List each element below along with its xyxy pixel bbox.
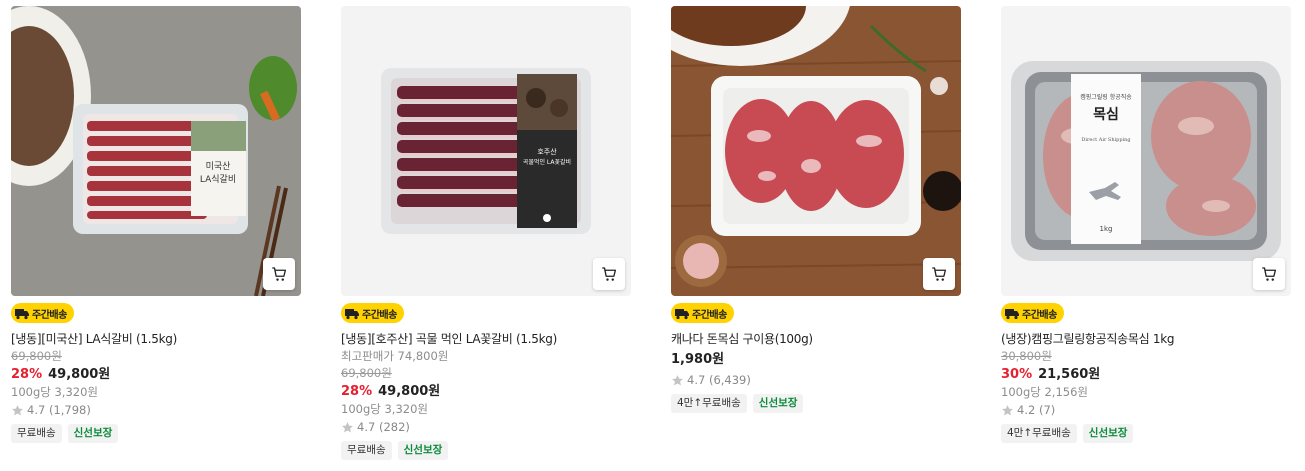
product-grid: 미국산 LA식갈비 주간배송 [냉동][미국산] LA식갈비 (1.5kg) 6…	[0, 0, 1305, 471]
review-count: (282)	[378, 420, 410, 434]
highest-price: 최고판매가 74,800원	[341, 349, 449, 363]
tag-list: 4만↑무료배송 신선보장	[1001, 424, 1291, 443]
la-kkotgalbi-photo: 호주산 곡물먹인 LA꽃갈비	[341, 6, 631, 296]
discount-rate: 30%	[1001, 367, 1033, 382]
product-title[interactable]: [냉동][호주산] 곡물 먹인 LA꽃갈비 (1.5kg)	[341, 330, 631, 348]
weekly-delivery-badge: 주간배송	[1001, 303, 1064, 323]
unit-price: 100g당 3,320원	[341, 402, 428, 416]
rating-score: 4.7	[27, 403, 46, 417]
price-row: 28% 49,800원	[11, 365, 301, 384]
svg-text:캠핑그릴링 항공직송: 캠핑그릴링 항공직송	[1080, 93, 1132, 101]
rating: 4.7 (1,798)	[11, 402, 301, 419]
product-card[interactable]: 호주산 곡물먹인 LA꽃갈비 주간배송 [냉동][호주산] 곡물 먹인 LA꽃갈…	[341, 6, 631, 460]
cart-icon	[932, 267, 947, 281]
add-to-cart-button[interactable]	[593, 258, 625, 290]
free-shipping-tag: 4만↑무료배송	[671, 394, 747, 413]
svg-text:Direct Air Shipping: Direct Air Shipping	[1081, 137, 1131, 143]
truck-icon	[1005, 309, 1019, 320]
product-image[interactable]: 캠핑그릴링 항공직송 목심 Direct Air Shipping 1kg	[1001, 6, 1291, 296]
price-row: 1,980원	[671, 350, 961, 369]
tag-list: 무료배송 신선보장	[341, 441, 631, 460]
add-to-cart-button[interactable]	[1253, 258, 1285, 290]
free-shipping-tag: 4만↑무료배송	[1001, 424, 1077, 443]
fresh-guarantee-tag: 신선보장	[67, 424, 119, 443]
fresh-guarantee-tag: 신선보장	[752, 394, 804, 413]
weekly-delivery-badge: 주간배송	[11, 303, 74, 323]
badge-label: 주간배송	[362, 309, 397, 321]
sale-price: 1,980원	[671, 352, 725, 367]
cart-icon	[1262, 267, 1277, 281]
pork-neck-photo	[671, 6, 961, 296]
review-count: (7)	[1038, 403, 1056, 417]
discount-rate: 28%	[11, 367, 43, 382]
fresh-guarantee-tag: 신선보장	[1082, 424, 1134, 443]
unit-price: 100g당 2,156원	[1001, 385, 1088, 399]
product-title[interactable]: [냉동][미국산] LA식갈비 (1.5kg)	[11, 330, 301, 348]
badge-label: 주간배송	[32, 309, 67, 321]
product-card[interactable]: 캠핑그릴링 항공직송 목심 Direct Air Shipping 1kg 주간…	[1001, 6, 1291, 443]
rating-score: 4.7	[687, 373, 706, 387]
sale-price: 21,560원	[1038, 367, 1101, 382]
weekly-delivery-badge: 주간배송	[671, 303, 734, 323]
review-count: (1,798)	[48, 403, 91, 417]
rating-score: 4.7	[357, 420, 376, 434]
tag-list: 무료배송 신선보장	[11, 424, 301, 443]
moksim-photo: 캠핑그릴링 항공직송 목심 Direct Air Shipping 1kg	[1001, 6, 1291, 296]
truck-icon	[345, 309, 359, 320]
svg-text:미국산: 미국산	[206, 161, 231, 172]
svg-text:1kg: 1kg	[1100, 225, 1113, 233]
rating: 4.7 (282)	[341, 419, 631, 436]
free-shipping-tag: 무료배송	[11, 424, 62, 443]
star-icon	[672, 375, 683, 386]
package-label: 목심	[1093, 107, 1119, 123]
badge-label: 주간배송	[692, 309, 727, 321]
price-row: 30% 21,560원	[1001, 365, 1291, 384]
original-price: 69,800원	[341, 366, 392, 380]
svg-text:곡물먹인 LA꽃갈비: 곡물먹인 LA꽃갈비	[523, 158, 571, 166]
original-price: 30,800원	[1001, 349, 1052, 363]
free-shipping-tag: 무료배송	[341, 441, 392, 460]
truck-icon	[15, 309, 29, 320]
rating-score: 4.2	[1017, 403, 1036, 417]
tag-list: 4만↑무료배송 신선보장	[671, 394, 961, 413]
review-count: (6,439)	[708, 373, 751, 387]
cart-icon	[272, 267, 287, 281]
la-galbi-photo: 미국산 LA식갈비	[11, 6, 301, 296]
discount-rate: 28%	[341, 384, 373, 399]
product-image[interactable]	[671, 6, 961, 296]
rating: 4.7 (6,439)	[671, 372, 961, 389]
star-icon	[12, 405, 23, 416]
original-price: 69,800원	[11, 349, 62, 363]
price-row: 28% 49,800원	[341, 382, 631, 401]
rating: 4.2 (7)	[1001, 402, 1291, 419]
svg-text:LA식갈비: LA식갈비	[200, 174, 236, 185]
product-image[interactable]: 호주산 곡물먹인 LA꽃갈비	[341, 6, 631, 296]
star-icon	[1002, 405, 1013, 416]
product-image[interactable]: 미국산 LA식갈비	[11, 6, 301, 296]
cart-icon	[602, 267, 617, 281]
sale-price: 49,800원	[48, 367, 111, 382]
truck-icon	[675, 309, 689, 320]
product-title[interactable]: (냉장)캠핑그릴링항공직송목심 1kg	[1001, 330, 1291, 348]
svg-text:호주산: 호주산	[537, 147, 557, 156]
unit-price: 100g당 3,320원	[11, 385, 98, 399]
product-card[interactable]: 주간배송 캐나다 돈목심 구이용(100g) 1,980원 4.7 (6,439…	[671, 6, 961, 413]
fresh-guarantee-tag: 신선보장	[397, 441, 449, 460]
star-icon	[342, 422, 353, 433]
badge-label: 주간배송	[1022, 309, 1057, 321]
weekly-delivery-badge: 주간배송	[341, 303, 404, 323]
add-to-cart-button[interactable]	[263, 258, 295, 290]
product-card[interactable]: 미국산 LA식갈비 주간배송 [냉동][미국산] LA식갈비 (1.5kg) 6…	[11, 6, 301, 443]
product-title[interactable]: 캐나다 돈목심 구이용(100g)	[671, 330, 961, 348]
add-to-cart-button[interactable]	[923, 258, 955, 290]
sale-price: 49,800원	[378, 384, 441, 399]
